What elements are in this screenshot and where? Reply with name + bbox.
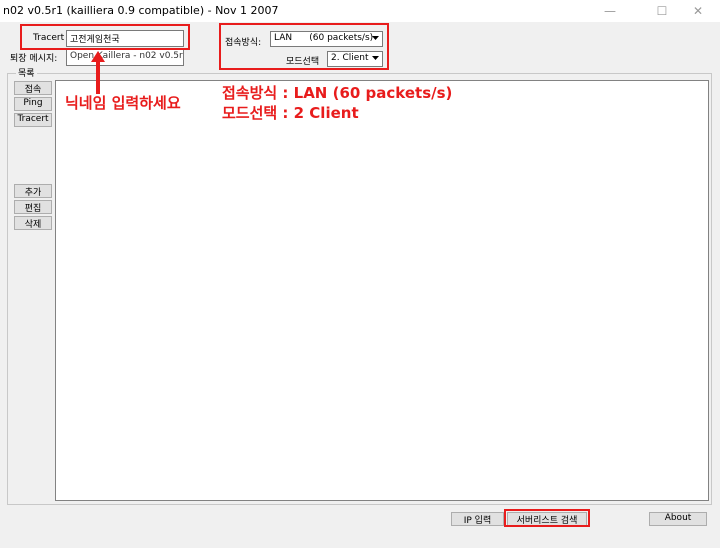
ping-button[interactable]: Ping — [14, 97, 52, 111]
edit-button[interactable]: 편집 — [14, 200, 52, 214]
server-list-group-label: 목록 — [16, 66, 37, 79]
mode-annotation: 모드선택 : 2 Client — [222, 104, 359, 122]
ip-input-button[interactable]: IP 입력 — [451, 512, 504, 526]
delete-button[interactable]: 삭제 — [14, 216, 52, 230]
quit-message-value: Open Kaillera - n02 v0.5r1 (ka — [70, 51, 183, 61]
title-bar: n02 v0.5r1 (kailliera 0.9 compatible) - … — [0, 0, 720, 22]
nickname-hint-annotation: 닉네임 입력하세요 — [65, 94, 181, 112]
server-list[interactable] — [55, 80, 709, 501]
add-button[interactable]: 추가 — [14, 184, 52, 198]
server-search-highlight-box — [504, 509, 590, 527]
quit-message-label: 퇴장 메시지: — [10, 54, 58, 64]
window-title: n02 v0.5r1 (kailliera 0.9 compatible) - … — [3, 4, 279, 17]
about-button[interactable]: About — [649, 512, 707, 526]
arrow-up-icon — [91, 51, 105, 94]
nickname-highlight-box — [20, 24, 190, 50]
minimize-icon[interactable]: — — [588, 0, 632, 22]
tracert-button[interactable]: Tracert — [14, 113, 52, 127]
connect-button[interactable]: 접속 — [14, 81, 52, 95]
connection-highlight-box — [219, 23, 389, 70]
quit-message-input[interactable]: Open Kaillera - n02 v0.5r1 (ka — [66, 49, 184, 66]
connection-annotation: 접속방식 : LAN (60 packets/s) — [222, 84, 453, 102]
close-icon[interactable]: ✕ — [676, 0, 720, 22]
